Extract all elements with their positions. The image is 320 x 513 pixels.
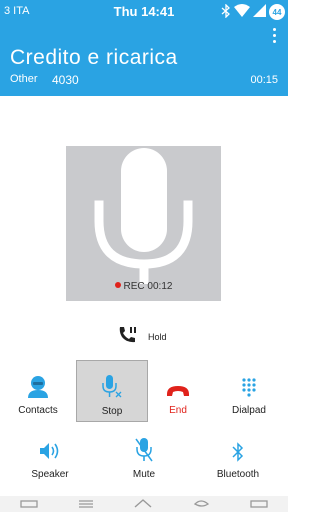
speaker-icon [14, 436, 86, 462]
bluetooth-label: Bluetooth [216, 469, 260, 480]
recording-time: REC 00:12 [123, 281, 173, 292]
contacts-label: Contacts [18, 405, 58, 416]
status-bar: 3 ITA Thu 14:41 44 [0, 0, 288, 24]
end-call-button[interactable]: End [142, 372, 214, 416]
dialpad-button[interactable]: Dialpad [213, 372, 285, 416]
menu-icon[interactable] [78, 495, 94, 513]
navigation-bar [0, 496, 288, 512]
hold-button[interactable]: Hold [118, 326, 167, 348]
contacts-button[interactable]: Contacts [2, 372, 74, 416]
contacts-icon [2, 372, 74, 398]
status-icons: 44 [221, 2, 285, 21]
call-header: Credito e ricarica Other 4030 00:15 [0, 24, 288, 96]
wifi-icon [234, 4, 250, 20]
speaker-label: Speaker [31, 469, 69, 480]
overflow-menu-icon[interactable] [270, 28, 278, 46]
recents-icon[interactable] [250, 495, 268, 513]
stop-label: Stop [101, 406, 123, 417]
hangup-icon [142, 372, 214, 398]
number-type-label: Other [10, 73, 38, 85]
end-label: End [169, 405, 187, 416]
recording-panel: REC 00:12 [66, 146, 221, 301]
hold-label: Hold [148, 332, 167, 342]
hold-icon [118, 326, 138, 349]
mute-icon [108, 436, 180, 462]
nav-icon-1[interactable] [20, 495, 38, 513]
dialpad-icon [213, 372, 285, 398]
mute-button[interactable]: Mute [108, 436, 180, 480]
microphone-icon [94, 148, 193, 284]
signal-icon [253, 4, 266, 20]
home-icon[interactable] [134, 495, 152, 513]
dialpad-label: Dialpad [232, 405, 266, 416]
call-timer: 00:15 [250, 74, 278, 86]
mute-label: Mute [132, 469, 156, 480]
battery-icon: 44 [269, 4, 285, 20]
bluetooth-status-icon [221, 2, 231, 21]
caller-name: Credito e ricarica [10, 46, 178, 69]
stop-button[interactable]: Stop [76, 360, 148, 422]
speaker-button[interactable]: Speaker [14, 436, 86, 480]
caller-number: 4030 [52, 73, 79, 87]
recording-status: REC 00:12 [66, 281, 221, 292]
mic-off-icon [77, 373, 147, 399]
back-icon[interactable] [192, 495, 210, 513]
recording-dot-icon [114, 282, 121, 289]
bluetooth-button[interactable]: Bluetooth [202, 436, 274, 480]
bluetooth-icon [202, 436, 274, 462]
